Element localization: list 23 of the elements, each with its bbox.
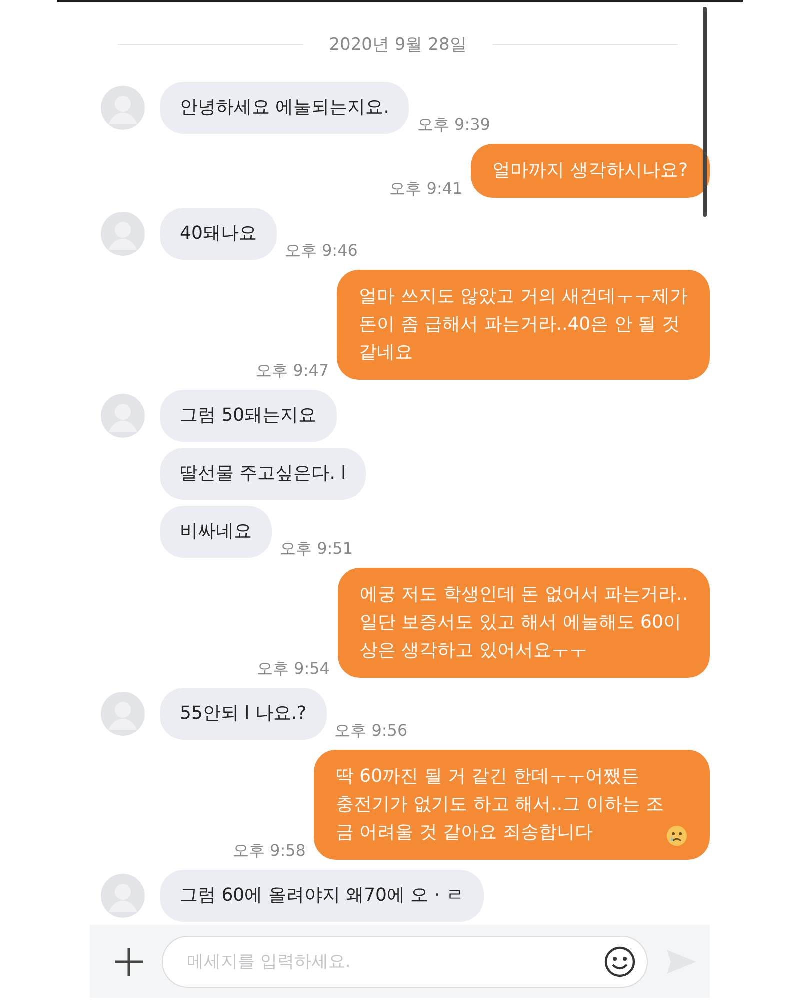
message-text: 에궁 저도 학생인데 돈 없어서 파는거라.. 일단 보증서도 있고 해서 에눌해도 60이 상은 생각하고 있어서요ㅜㅜ xyxy=(360,583,688,663)
message-text: 안녕하세요 에눌되는지요. xyxy=(180,96,390,120)
date-label: 2020년 9월 28일 xyxy=(329,34,467,56)
message-time: 오후 9:58 xyxy=(232,841,306,862)
message-time: 오후 9:41 xyxy=(390,179,463,200)
message-text: 55안되 l 나요.? xyxy=(180,702,307,726)
message-text: 딸선물 주고싶은다. l xyxy=(180,462,346,486)
message-time: 오후 9:46 xyxy=(284,241,358,262)
message-time: 오후 9:56 xyxy=(334,721,408,742)
message-text: 그럼 50돼는지요 xyxy=(180,404,317,428)
message-time: 오후 9:47 xyxy=(256,361,330,382)
message-time: 오후 9:51 xyxy=(280,539,354,560)
message-text: 얼마까지 생각하시나요? xyxy=(492,159,688,183)
message-text: 얼마 쓰지도 않았고 거의 새건데ㅜㅜ제가 돈이 좀 급해서 파는거라..40은 안 될 것 같네요 xyxy=(359,285,688,365)
message-text: 40돼나요 xyxy=(180,222,257,246)
message-field[interactable]: 메세지를 입력하세요. xyxy=(162,936,648,988)
message-time: 오후 9:54 xyxy=(256,659,330,680)
message-text: 비싸네요 xyxy=(180,520,252,544)
message-text: 그럼 60에 올려야지 왜70에 오 · ㄹ xyxy=(180,884,464,908)
emoji-button[interactable] xyxy=(603,944,637,978)
message-text: 딱 60까진 될 거 같긴 한데ㅜㅜ어쨌든 충전기가 없기도 하고 해서..그 이하는 조 금 어려울 것 같아요 죄송합니다 xyxy=(336,765,664,845)
message-time: 오후 9:39 xyxy=(417,115,490,136)
scrollbar[interactable] xyxy=(703,7,707,217)
